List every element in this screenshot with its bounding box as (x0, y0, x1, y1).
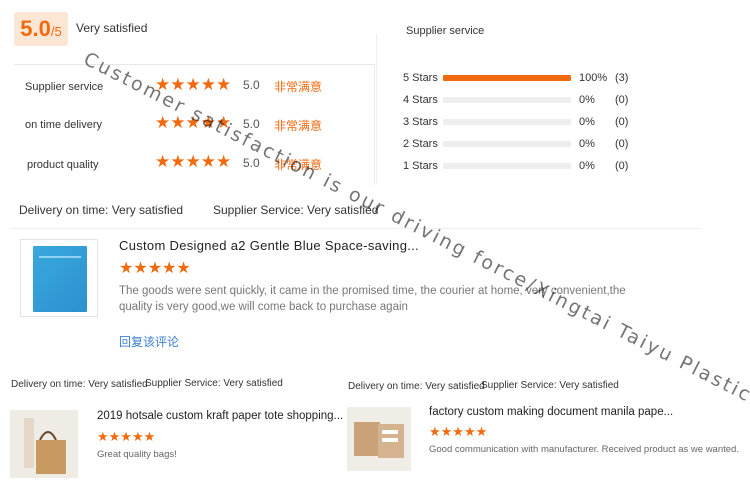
rating-label: 3 Stars (403, 116, 438, 128)
rating-percent: 0% (579, 116, 595, 128)
overall-score-badge: 5.0 /5 (14, 12, 68, 46)
rating-row-4: 4 Stars 0% (0) (403, 93, 628, 107)
review-stars: ★★★★★ (119, 260, 191, 277)
overall-score-text: Very satisfied (76, 21, 148, 35)
rating-count: (0) (615, 160, 629, 172)
review-text: Good communication with manufacturer. Re… (429, 444, 739, 455)
metric-label-supplier-service: Supplier service (25, 81, 104, 93)
rating-label: 4 Stars (403, 94, 438, 106)
review-service-status: Supplier Service: Very satisfied (145, 378, 283, 389)
rating-count: (0) (615, 138, 629, 150)
review-delivery-status: Delivery on time: Very satisfied (19, 203, 184, 217)
product-thumbnail[interactable] (20, 239, 98, 317)
product-title-link[interactable]: 2019 hotsale custom kraft paper tote sho… (97, 410, 343, 422)
rating-count: (0) (615, 116, 629, 128)
metric-rating-supplier-service: 非常满意 (274, 80, 323, 94)
product-title-link[interactable]: Custom Designed a2 Gentle Blue Space-sav… (119, 238, 419, 253)
overall-score-outof: /5 (50, 24, 62, 39)
rating-row-1: 1 Stars 0% (0) (403, 159, 628, 173)
metric-rating-on-time-delivery: 非常满意 (274, 119, 323, 133)
review-text: The goods were sent quickly, it came in … (119, 285, 626, 313)
metric-value-supplier-service: 5.0 (243, 78, 260, 92)
review-service-status: Supplier Service: Very satisfied (481, 380, 619, 391)
manila-folder-image (348, 408, 410, 470)
rating-count: (3) (615, 72, 629, 84)
review-text: Great quality bags! (97, 449, 177, 460)
review-delivery-status: Delivery on time: Very satisfied (11, 379, 148, 390)
review-delivery-status: Delivery on time: Very satisfied (348, 381, 485, 392)
rating-row-2: 2 Stars 0% (0) (403, 137, 628, 151)
rating-bar (443, 97, 571, 103)
rating-label: 2 Stars (403, 138, 438, 150)
metric-stars-on-time-delivery: ★★★★★ (155, 113, 232, 132)
metric-label-product-quality: product quality (27, 159, 99, 171)
product-thumbnail[interactable] (10, 410, 78, 478)
metric-value-product-quality: 5.0 (243, 156, 260, 170)
rating-percent: 0% (579, 94, 595, 106)
product-title-link[interactable]: factory custom making document manila pa… (429, 406, 673, 418)
overall-score-value: 5.0 (20, 16, 51, 41)
metric-value-on-time-delivery: 5.0 (243, 117, 260, 131)
rating-bar-fill (443, 75, 571, 81)
rating-bar (443, 141, 571, 147)
review-stars: ★★★★★ (429, 424, 488, 439)
product-thumbnail[interactable] (347, 407, 411, 471)
metric-stars-supplier-service: ★★★★★ (155, 75, 232, 94)
rating-bar (443, 163, 571, 169)
supplier-service-title: Supplier service (406, 25, 485, 37)
metric-rating-product-quality: 非常满意 (274, 158, 323, 172)
review-service-status: Supplier Service: Very satisfied (213, 203, 379, 217)
blue-folder-image (33, 246, 87, 312)
review-stars: ★★★★★ (97, 429, 156, 444)
rating-row-5: 5 Stars 100% (3) (403, 71, 628, 85)
rating-row-3: 3 Stars 0% (0) (403, 115, 628, 129)
metric-label-on-time-delivery: on time delivery (25, 119, 103, 131)
rating-percent: 0% (579, 160, 595, 172)
rating-count: (0) (615, 94, 629, 106)
reply-comment-link[interactable]: 回复该评论 (119, 333, 179, 350)
panel-divider (376, 34, 377, 184)
metric-stars-product-quality: ★★★★★ (155, 152, 232, 171)
kraft-bag-image (10, 410, 78, 478)
rating-label: 5 Stars (403, 72, 438, 84)
rating-percent: 100% (579, 72, 608, 84)
rating-bar (443, 119, 571, 125)
rating-bar (443, 75, 571, 81)
rating-percent: 0% (579, 138, 595, 150)
rating-label: 1 Stars (403, 160, 438, 172)
